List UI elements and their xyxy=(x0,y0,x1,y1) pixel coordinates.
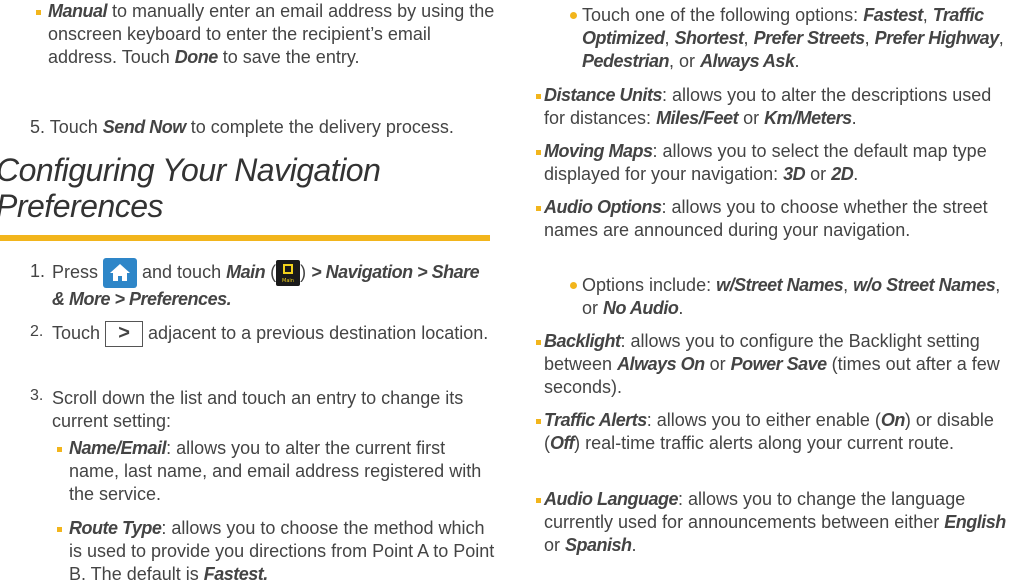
keyword: Power Save xyxy=(730,354,828,374)
keyword: Traffic Alerts xyxy=(544,410,647,430)
text: ) real-time traffic alerts along your cu… xyxy=(574,433,954,453)
bullet-name-email: Name/Email: allows you to alter the curr… xyxy=(57,437,497,506)
keyword: No Audio xyxy=(603,298,679,318)
home-key-icon xyxy=(103,258,138,288)
text: or xyxy=(704,354,731,374)
step-number: 2. xyxy=(30,323,44,340)
bullet-square xyxy=(57,527,62,532)
bullet-square xyxy=(536,150,541,155)
keyword: Prefer Highway xyxy=(874,28,1000,48)
main-menu-icon: Main xyxy=(276,260,301,286)
text: , or xyxy=(669,51,701,71)
keyword: Manual xyxy=(48,1,108,21)
text: . xyxy=(851,108,857,128)
heading-rule xyxy=(0,235,490,241)
text: or xyxy=(738,108,765,128)
keyword: Main xyxy=(226,261,266,282)
keyword: Always On xyxy=(617,354,705,374)
keyword: 3D xyxy=(783,164,806,184)
bullet-square xyxy=(36,10,41,15)
keyword: Audio Options xyxy=(544,197,662,217)
bullet-manual: Manual to manually enter an email addres… xyxy=(36,0,496,69)
section-heading: Configuring Your Navigation Preferences xyxy=(0,152,381,224)
text: : allows you to either enable ( xyxy=(646,410,881,430)
keyword: Fastest. xyxy=(203,564,269,584)
text: , xyxy=(743,28,754,48)
keyword: Moving Maps xyxy=(544,141,653,161)
bullet-traffic-alerts: Traffic Alerts: allows you to either ena… xyxy=(536,409,1015,455)
text: Touch xyxy=(52,322,106,343)
text: , xyxy=(998,28,1004,48)
step-number: 1. xyxy=(30,261,46,281)
main-icon-label: Main xyxy=(282,278,294,284)
keyword: w/o Street Names xyxy=(853,275,996,295)
text: or xyxy=(544,535,566,555)
sub-bullet-audio-options: Options include: w/Street Names, w/o Str… xyxy=(570,274,1010,320)
step-5: 5. Touch Send Now to complete the delive… xyxy=(0,116,500,139)
text: Options include: xyxy=(582,275,717,295)
bullet-route-type: Route Type: allows you to choose the met… xyxy=(57,517,497,586)
bullet-audio-language: Audio Language: allows you to change the… xyxy=(536,488,1015,557)
bullet-backlight: Backlight: allows you to configure the B… xyxy=(536,330,1015,399)
text: and touch xyxy=(137,261,227,282)
heading-line: Preferences xyxy=(0,188,164,224)
text: , xyxy=(664,28,675,48)
bullet-dot xyxy=(570,282,577,289)
text: Touch xyxy=(49,117,103,137)
text: to complete the delivery process. xyxy=(185,117,454,137)
step-number: 5. xyxy=(30,117,46,137)
keyword: Always Ask xyxy=(700,51,795,71)
bullet-dot xyxy=(570,12,577,19)
text: , xyxy=(864,28,875,48)
text: , xyxy=(922,5,933,25)
keyword: Km/Meters xyxy=(764,108,852,128)
keyword: Pedestrian xyxy=(582,51,670,71)
heading-line: Configuring Your Navigation xyxy=(0,152,381,188)
text: . xyxy=(631,535,637,555)
keyword: Send Now xyxy=(102,117,187,137)
text: adjacent to a previous destination locat… xyxy=(143,322,489,343)
keyword: w/Street Names xyxy=(716,275,844,295)
keyword: Spanish xyxy=(565,535,632,555)
bullet-moving-maps: Moving Maps: allows you to select the de… xyxy=(536,140,1015,186)
bullet-square xyxy=(536,94,541,99)
keyword: Off xyxy=(550,433,575,453)
keyword: Prefer Streets xyxy=(753,28,866,48)
text: ( xyxy=(265,261,277,282)
bullet-square xyxy=(57,447,62,452)
text: . xyxy=(794,51,800,71)
text: . xyxy=(853,164,859,184)
text: to save the entry. xyxy=(217,47,360,67)
bullet-square xyxy=(536,340,541,345)
text: Press xyxy=(52,261,104,282)
bullet-square xyxy=(536,498,541,503)
keyword: Route Type xyxy=(69,518,162,538)
text: , xyxy=(843,275,854,295)
bullet-square xyxy=(536,419,541,424)
keyword: English xyxy=(944,512,1006,532)
text: . xyxy=(678,298,684,318)
keyword: Miles/Feet xyxy=(656,108,739,128)
keyword: Fastest xyxy=(863,5,923,25)
text: Touch one of the following options: xyxy=(582,5,864,25)
keyword: Audio Language xyxy=(544,489,679,509)
keyword: 2D xyxy=(831,164,854,184)
keyword: Backlight xyxy=(544,331,621,351)
text: ) xyxy=(300,261,312,282)
bullet-square xyxy=(536,206,541,211)
keyword: Name/Email xyxy=(69,438,167,458)
bullet-audio-options: Audio Options: allows you to choose whet… xyxy=(536,196,1015,242)
text: or xyxy=(805,164,832,184)
next-arrow-icon: > xyxy=(105,321,144,347)
keyword: On xyxy=(880,410,906,430)
keyword: Done xyxy=(174,47,219,67)
sub-bullet-route-options: Touch one of the following options: Fast… xyxy=(570,4,1010,73)
bullet-distance-units: Distance Units: allows you to alter the … xyxy=(536,84,1015,130)
keyword: Shortest xyxy=(674,28,745,48)
text: Scroll down the list and touch an entry … xyxy=(52,388,464,431)
keyword: Distance Units xyxy=(544,85,663,105)
step-number: 3. xyxy=(30,387,44,404)
